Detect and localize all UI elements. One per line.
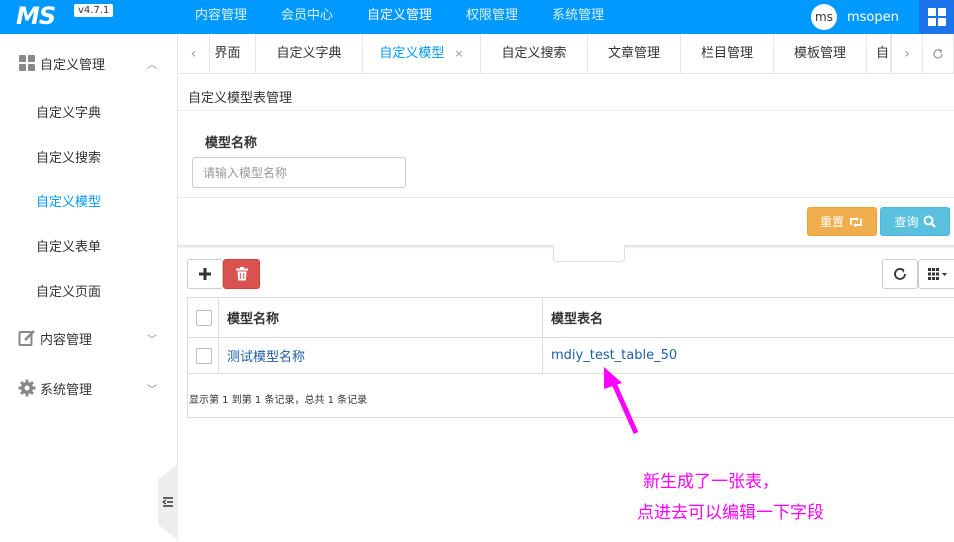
topnav-content[interactable]: 内容管理	[178, 0, 264, 34]
sidebar-item-model[interactable]: 自定义模型	[36, 191, 101, 210]
trash-icon	[235, 267, 248, 281]
tab-article[interactable]: 文章管理	[588, 34, 681, 73]
sidebar: 自定义管理 ︿ 自定义字典 自定义搜索 自定义模型 自定义表单 自定义页面 内容…	[0, 34, 178, 542]
delete-button[interactable]	[223, 259, 260, 289]
reset-button-label: 重置	[819, 215, 844, 229]
top-nav: 内容管理 会员中心 自定义管理 权限管理 系统管理	[178, 0, 621, 34]
annotation-text-line1: 新生成了一张表，	[643, 472, 779, 492]
chevron-up-icon: ︿	[147, 59, 157, 71]
close-icon[interactable]: ×	[454, 47, 463, 60]
sidebar-item-page[interactable]: 自定义页面	[36, 281, 101, 300]
tab-scroll-left[interactable]: ‹	[178, 34, 210, 73]
edit-icon	[18, 330, 35, 346]
gear-icon	[18, 379, 36, 397]
tab-scroll-right[interactable]: ›	[891, 34, 923, 73]
topnav-permission[interactable]: 权限管理	[449, 0, 535, 34]
model-name-link[interactable]: 测试模型名称	[227, 338, 305, 373]
search-collapse-toggle[interactable]	[553, 245, 625, 262]
query-button[interactable]: 查询	[880, 207, 950, 236]
search-icon	[923, 215, 936, 228]
refresh-icon	[894, 268, 906, 280]
tab-model-label: 自定义模型	[379, 46, 445, 61]
chevron-down-icon: ﹀	[147, 334, 157, 346]
divider	[178, 110, 954, 111]
tab-search[interactable]: 自定义搜索	[481, 34, 588, 73]
table-row[interactable]: 测试模型名称 mdiy_test_table_50	[188, 338, 954, 374]
columns-toggle-button[interactable]	[918, 259, 954, 289]
tab-dictionary[interactable]: 自定义字典	[256, 34, 363, 73]
chevron-left-icon: ‹	[190, 46, 197, 62]
annotation-text-line2: 点进去可以编辑一下字段	[637, 503, 824, 523]
sidebar-item-search[interactable]: 自定义搜索	[36, 147, 101, 166]
sidebar-group-custom-label: 自定义管理	[40, 57, 106, 73]
chevron-down-icon: ﹀	[147, 384, 157, 396]
avatar[interactable]: ms	[811, 4, 837, 30]
sidebar-group-content-label: 内容管理	[40, 332, 93, 348]
user-menu[interactable]: ms msopen	[811, 4, 899, 30]
sidebar-group-system[interactable]: 系统管理 ﹀	[0, 368, 178, 408]
app-grid-button[interactable]	[919, 0, 954, 34]
collapse-icon	[162, 497, 173, 507]
model-name-input[interactable]	[192, 157, 406, 188]
tab-interface[interactable]: 界面	[210, 34, 256, 73]
column-header-model-name[interactable]: 模型名称	[227, 298, 279, 337]
sidebar-group-content[interactable]: 内容管理 ﹀	[0, 318, 178, 358]
tab-overflow[interactable]: 自	[867, 34, 891, 73]
tab-template[interactable]: 模板管理	[774, 34, 867, 73]
pagination-info: 显示第 1 到第 1 条记录，总共 1 条记录	[189, 395, 368, 406]
username[interactable]: msopen	[847, 10, 899, 25]
sidebar-collapse-handle[interactable]	[158, 464, 178, 540]
row-checkbox[interactable]	[196, 347, 212, 364]
divider	[542, 298, 543, 374]
top-bar: MS v4.7.1 内容管理 会员中心 自定义管理 权限管理 系统管理 ms m…	[0, 0, 954, 34]
refresh-icon	[933, 48, 943, 59]
reset-button[interactable]: 重置	[807, 207, 877, 236]
add-button[interactable]	[187, 259, 223, 289]
topnav-custom[interactable]: 自定义管理	[350, 0, 449, 34]
tab-refresh[interactable]	[923, 34, 954, 73]
grid-icon	[928, 268, 947, 280]
topnav-system[interactable]: 系统管理	[535, 0, 621, 34]
grid-icon	[927, 8, 946, 26]
sidebar-group-custom[interactable]: 自定义管理 ︿	[0, 43, 178, 83]
plus-icon	[199, 268, 211, 280]
sidebar-group-system-label: 系统管理	[40, 382, 93, 398]
tab-column[interactable]: 栏目管理	[681, 34, 774, 73]
retweet-icon	[850, 216, 862, 227]
dashboard-icon	[19, 55, 35, 71]
sidebar-item-dictionary[interactable]: 自定义字典	[36, 102, 101, 121]
version-badge: v4.7.1	[74, 4, 114, 17]
sidebar-item-form[interactable]: 自定义表单	[36, 236, 101, 255]
logo: MS	[16, 2, 56, 30]
page-title: 自定义模型表管理	[188, 91, 293, 106]
annotation-arrow	[604, 367, 639, 435]
table-refresh-button[interactable]	[882, 259, 918, 289]
table-header: 模型名称 模型表名	[188, 298, 954, 338]
query-button-label: 查询	[894, 215, 919, 229]
model-name-label: 模型名称	[205, 136, 258, 151]
select-all-checkbox[interactable]	[196, 309, 212, 326]
tab-model[interactable]: 自定义模型 ×	[363, 34, 481, 73]
tab-bar: ‹ 界面 自定义字典 自定义模型 × 自定义搜索 文章管理 栏目管理 模板管理 自…	[178, 34, 954, 74]
divider	[178, 197, 954, 198]
chevron-right-icon: ›	[904, 46, 910, 62]
topnav-member[interactable]: 会员中心	[264, 0, 350, 34]
data-table: 模型名称 模型表名 测试模型名称 mdiy_test_table_50 显示第 …	[187, 297, 954, 418]
column-header-table-name[interactable]: 模型表名	[551, 298, 603, 337]
divider	[218, 298, 219, 374]
